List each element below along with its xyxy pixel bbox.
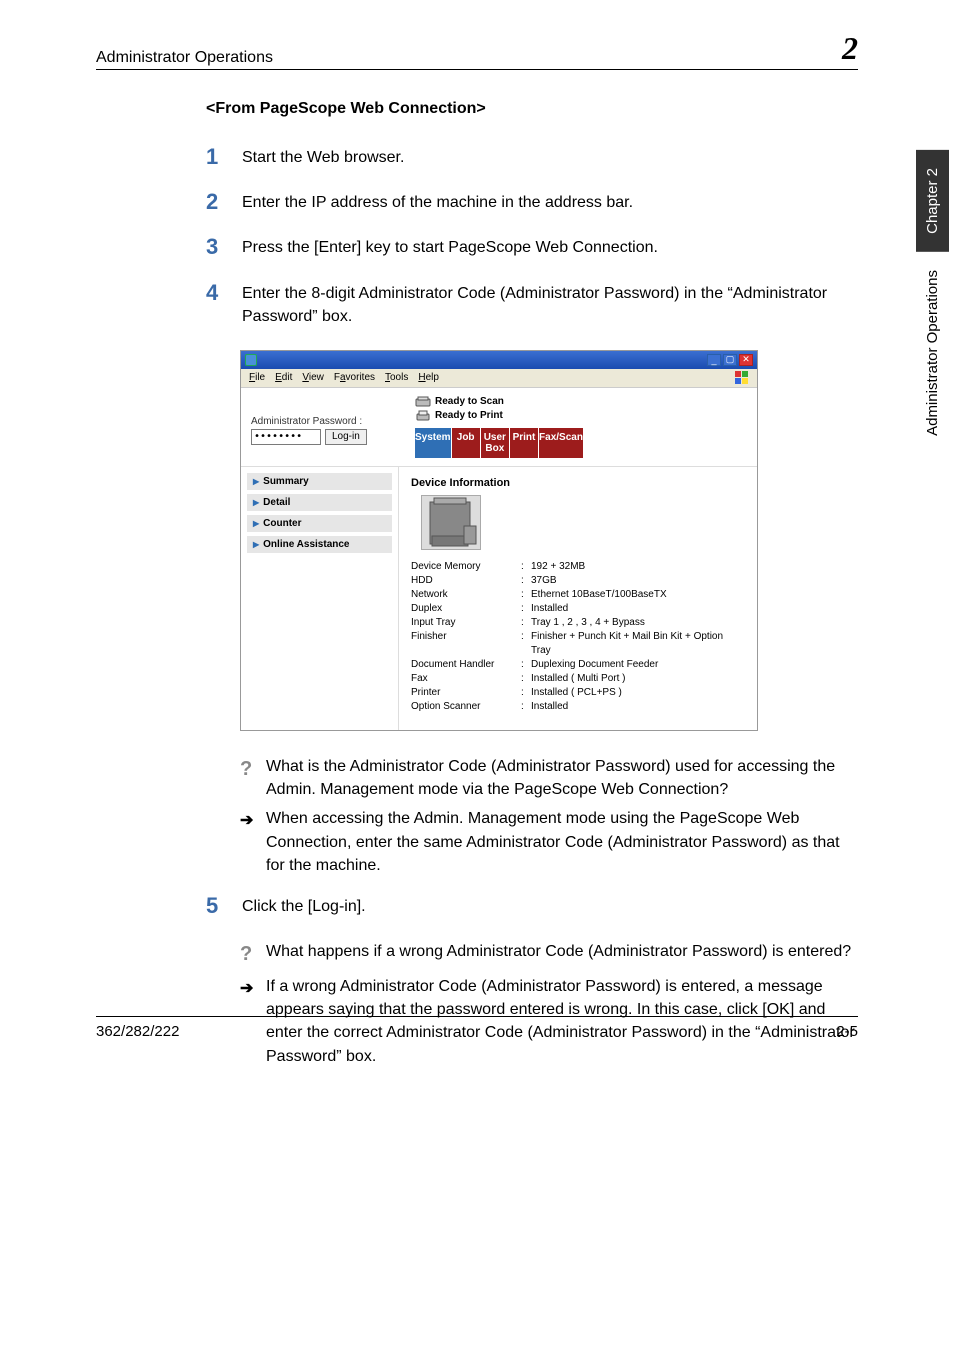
sidebar-item-label: Online Assistance (263, 539, 349, 550)
step-text: Click the [Log-in]. (242, 895, 366, 918)
table-row: Duplex:Installed (411, 602, 745, 616)
ie-icon (245, 354, 257, 366)
question-item: ? What is the Administrator Code (Admini… (240, 755, 858, 801)
step-text: Enter the 8-digit Administrator Code (Ad… (242, 282, 858, 328)
window-minimize-button[interactable]: _ (707, 354, 721, 366)
menu-edit[interactable]: Edit (275, 372, 292, 383)
login-button[interactable]: Log-in (325, 429, 367, 445)
menu-file[interactable]: File (249, 372, 265, 383)
side-tab-section: Administrator Operations (916, 252, 949, 454)
step-number: 1 (206, 146, 242, 169)
step-text: Enter the IP address of the machine in t… (242, 191, 633, 214)
running-header-left: Administrator Operations (96, 49, 273, 67)
section-title: <From PageScope Web Connection> (206, 100, 858, 118)
table-row: Fax:Installed ( Multi Port ) (411, 672, 745, 686)
table-row: Option Scanner:Installed (411, 700, 745, 714)
arrow-icon: ➔ (240, 807, 258, 877)
answer-item: ➔ When accessing the Admin. Management m… (240, 807, 858, 877)
answer-text: When accessing the Admin. Management mod… (266, 807, 858, 877)
tab-faxscan[interactable]: Fax/Scan (539, 428, 584, 458)
sidebar-item-label: Counter (263, 518, 301, 529)
sidebar-item-online[interactable]: ▶Online Assistance (247, 536, 392, 553)
tab-print[interactable]: Print (510, 428, 539, 458)
step-5: 5 Click the [Log-in]. (206, 895, 858, 918)
step-text: Start the Web browser. (242, 146, 404, 169)
table-row: HDD:37GB (411, 574, 745, 588)
window-close-button[interactable]: ✕ (739, 354, 753, 366)
menu-tools[interactable]: Tools (385, 372, 408, 383)
status-scan: Ready to Scan (435, 396, 504, 407)
sidebar-item-counter[interactable]: ▶Counter (247, 515, 392, 532)
sidebar-item-detail[interactable]: ▶Detail (247, 494, 392, 511)
scanner-icon (415, 396, 431, 408)
step-number: 4 (206, 282, 242, 328)
question-text: What happens if a wrong Administrator Co… (266, 940, 851, 969)
device-image (421, 495, 481, 550)
status-print: Ready to Print (435, 410, 503, 421)
device-info-table: Device Memory:192 + 32MB HDD:37GB Networ… (411, 560, 745, 714)
side-tabs: Chapter 2 Administrator Operations (916, 150, 949, 454)
question-text: What is the Administrator Code (Administ… (266, 755, 858, 801)
table-row: Network:Ethernet 10BaseT/100BaseTX (411, 588, 745, 602)
question-mark-icon: ? (240, 755, 258, 801)
tab-job[interactable]: Job (452, 428, 481, 458)
footer-right: 2-5 (836, 1023, 858, 1040)
step-number: 2 (206, 191, 242, 214)
table-row: Document Handler:Duplexing Document Feed… (411, 658, 745, 672)
menu-favorites[interactable]: Favorites (334, 372, 375, 383)
table-row: Input Tray:Tray 1 , 2 , 3 , 4 + Bypass (411, 616, 745, 630)
admin-password-input[interactable] (251, 429, 321, 445)
menu-help[interactable]: Help (418, 372, 439, 383)
device-info-heading: Device Information (411, 477, 745, 489)
window-maximize-button[interactable]: ▢ (723, 354, 737, 366)
running-header-right: 2 (842, 30, 858, 67)
table-row: Device Memory:192 + 32MB (411, 560, 745, 574)
step-number: 5 (206, 895, 242, 918)
table-row: Finisher:Finisher + Punch Kit + Mail Bin… (411, 630, 745, 658)
table-row: Printer:Installed ( PCL+PS ) (411, 686, 745, 700)
step-2: 2 Enter the IP address of the machine in… (206, 191, 858, 214)
step-4: 4 Enter the 8-digit Administrator Code (… (206, 282, 858, 328)
windows-flag-icon (735, 371, 749, 385)
step-1: 1 Start the Web browser. (206, 146, 858, 169)
admin-password-label: Administrator Password : (251, 416, 409, 427)
question-mark-icon: ? (240, 940, 258, 969)
sidebar-item-summary[interactable]: ▶Summary (247, 473, 392, 490)
step-number: 3 (206, 236, 242, 259)
side-nav: ▶Summary ▶Detail ▶Counter ▶Online Assist… (241, 467, 399, 730)
side-tab-chapter: Chapter 2 (916, 150, 949, 252)
window-titlebar: _ ▢ ✕ (241, 351, 757, 369)
question-item: ? What happens if a wrong Administrator … (240, 940, 858, 969)
nav-tabs: System Job User Box Print Fax/Scan (415, 428, 584, 458)
sidebar-item-label: Summary (263, 476, 309, 487)
menu-view[interactable]: View (302, 372, 324, 383)
browser-menubar: File Edit View Favorites Tools Help (241, 369, 757, 388)
printer-icon (415, 410, 431, 422)
step-text: Press the [Enter] key to start PageScope… (242, 236, 658, 259)
sidebar-item-label: Detail (263, 497, 290, 508)
footer-left: 362/282/222 (96, 1023, 179, 1040)
tab-userbox[interactable]: User Box (481, 428, 510, 458)
step-3: 3 Press the [Enter] key to start PageSco… (206, 236, 858, 259)
tab-system[interactable]: System (415, 428, 452, 458)
embedded-browser-screenshot: _ ▢ ✕ File Edit View Favorites Tools Hel… (240, 350, 758, 731)
